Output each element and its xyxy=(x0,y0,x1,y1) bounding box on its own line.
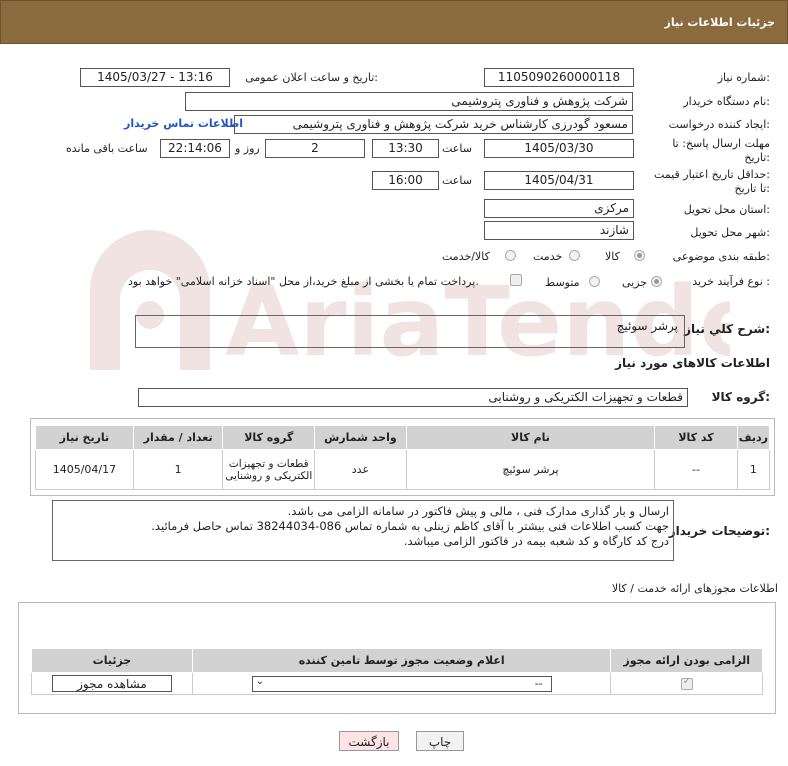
permits-section-title: اطلاعات مجوزهای ارائه خدمت / کالا xyxy=(611,582,778,595)
validity-time-label: ساعت xyxy=(442,174,472,187)
permit-required-checkbox[interactable]: ✓ xyxy=(680,675,693,690)
page-title: جزئیات اطلاعات نیاز xyxy=(664,16,776,29)
table-row[interactable]: 1 -- پرشر سوئیچ عدد قطعات و تجهیزات الکت… xyxy=(35,449,771,490)
validity-date-field[interactable]: 1405/04/31 xyxy=(484,171,634,190)
goods-table-panel: ردیف کد کالا نام کالا واحد شمارش گروه کا… xyxy=(30,418,775,496)
city-label: شهر محل تحویل: xyxy=(690,226,770,239)
buyer-org-field[interactable]: شرکت پژوهش و فناوری پتروشیمی xyxy=(185,92,633,111)
buyer-note-line: درج کد کارگاه و کد شعبه بیمه در فاکتور ا… xyxy=(403,534,669,548)
col-row-number: ردیف xyxy=(736,425,771,450)
goods-group-label: گروه کالا: xyxy=(711,390,770,404)
process-radio-medium[interactable] xyxy=(589,276,600,287)
cell-need-date: 1405/04/17 xyxy=(35,449,134,490)
col-unit: واحد شمارش xyxy=(314,425,407,450)
payment-checkbox[interactable] xyxy=(510,274,522,286)
cell-item-code: -- xyxy=(654,449,738,490)
process-option-medium: متوسط xyxy=(545,276,580,289)
province-field[interactable]: مرکزی xyxy=(484,199,634,218)
col-quantity: تعداد / مقدار xyxy=(132,425,224,450)
cell-permit-required: ✓ xyxy=(610,672,763,695)
city-field[interactable]: شازند xyxy=(484,221,634,240)
process-label: نوع فرآیند خرید : xyxy=(692,275,770,288)
cell-group: قطعات و تجهیزات الکتریکی و روشنایی xyxy=(222,449,316,490)
col-permit-required: الزامی بودن ارائه مجوز xyxy=(610,648,763,673)
buyer-contact-link[interactable]: اطلاعات تماس خریدار xyxy=(124,117,243,130)
remaining-label: ساعت باقی مانده xyxy=(66,142,148,155)
col-need-date: تاریخ نیاز xyxy=(35,425,134,450)
cell-permit-status: ⌄ -- xyxy=(191,672,612,695)
buyer-notes-label: توضیحات خریدار: xyxy=(668,524,770,538)
permits-panel: الزامی بودن ارائه مجوز اعلام وضعیت مجوز … xyxy=(18,602,776,714)
cell-row-number: 1 xyxy=(736,449,771,490)
permits-table-header: الزامی بودن ارائه مجوز اعلام وضعیت مجوز … xyxy=(31,648,763,673)
province-label: استان محل تحویل: xyxy=(683,203,770,216)
requester-label: ایجاد کننده درخواست: xyxy=(668,118,770,131)
cell-item-name: پرشر سوئیچ xyxy=(405,449,656,490)
announce-date-field[interactable]: 1405/03/27 - 13:16 xyxy=(80,68,230,87)
table-row: ✓ ⌄ -- مشاهده مجوز xyxy=(31,672,763,695)
buyer-org-label: نام دستگاه خریدار: xyxy=(683,95,770,108)
deadline-label: مهلت ارسال پاسخ: تا xyxy=(672,137,770,150)
remaining-time-field[interactable]: 22:14:06 xyxy=(160,139,230,158)
buyer-notes-field[interactable]: ارسال و بار گذاری مدارک فنی ، مالی و پیش… xyxy=(52,500,674,561)
category-option-service: خدمت xyxy=(533,250,563,263)
description-field[interactable]: پرشر سوئیچ xyxy=(135,315,685,348)
deadline-time-field[interactable]: 13:30 xyxy=(372,139,439,158)
col-group: گروه کالا xyxy=(222,425,316,450)
category-option-goods: کالا xyxy=(605,250,620,263)
process-option-minor: جزیی xyxy=(622,276,648,289)
category-radio-service[interactable] xyxy=(569,250,580,261)
buyer-note-line: ارسال و بار گذاری مدارک فنی ، مالی و پیش… xyxy=(287,504,669,518)
cell-unit: عدد xyxy=(314,449,407,490)
col-item-code: کد کالا xyxy=(654,425,738,450)
page-header: جزئیات اطلاعات نیاز xyxy=(0,0,788,44)
goods-group-field[interactable]: قطعات و تجهیزات الکتریکی و روشنایی xyxy=(138,388,688,407)
permit-status-select[interactable]: ⌄ -- xyxy=(251,675,552,692)
chevron-down-icon: ⌄ xyxy=(255,675,265,687)
process-radio-minor[interactable] xyxy=(651,276,662,287)
permits-table: الزامی بودن ارائه مجوز اعلام وضعیت مجوز … xyxy=(31,648,763,695)
check-icon: ✓ xyxy=(682,675,692,687)
validity-time-field[interactable]: 16:00 xyxy=(372,171,439,190)
cell-quantity: 1 xyxy=(132,449,224,490)
goods-section-title: اطلاعات کالاهای مورد نیاز xyxy=(615,356,770,370)
col-permit-details: جزئیات xyxy=(31,648,193,673)
deadline-label-date: تاریخ: xyxy=(744,151,770,164)
deadline-date-field[interactable]: 1405/03/30 xyxy=(484,139,634,158)
need-number-label: شماره نیاز: xyxy=(717,71,770,84)
col-item-name: نام کالا xyxy=(405,425,656,450)
goods-table: ردیف کد کالا نام کالا واحد شمارش گروه کا… xyxy=(35,425,771,490)
remaining-days-field[interactable]: 2 xyxy=(265,139,365,158)
buyer-note-line: جهت کسب اطلاعات فنی بیشتر با آقای کاظم ز… xyxy=(151,519,669,533)
category-label: طبقه بندی موضوعی: xyxy=(672,250,770,263)
need-number-field[interactable]: 1105090260000118 xyxy=(484,68,634,87)
col-permit-status: اعلام وضعیت مجوز توسط تامین کننده xyxy=(191,648,612,673)
announce-date-label: تاریخ و ساعت اعلان عمومی: xyxy=(245,71,378,84)
goods-table-header: ردیف کد کالا نام کالا واحد شمارش گروه کا… xyxy=(35,425,771,450)
back-button[interactable]: بازگشت xyxy=(339,731,399,751)
deadline-time-label: ساعت xyxy=(442,142,472,155)
print-button[interactable]: چاپ xyxy=(416,731,464,751)
view-permit-button[interactable]: مشاهده مجوز xyxy=(51,675,172,692)
validity-label-date: تا تاریخ: xyxy=(734,182,770,195)
category-radio-both[interactable] xyxy=(505,250,516,261)
cell-permit-details: مشاهده مجوز xyxy=(31,672,193,695)
category-option-both: کالا/خدمت xyxy=(442,250,490,263)
permit-status-value: -- xyxy=(534,676,543,690)
category-radio-goods[interactable] xyxy=(634,250,645,261)
payment-note: پرداخت تمام یا بخشی از مبلغ خرید،از محل … xyxy=(128,275,479,288)
days-label: روز و xyxy=(235,142,260,155)
description-label: شرح کلي نياز: xyxy=(684,322,770,336)
validity-label: حداقل تاریخ اعتبار قیمت: xyxy=(654,168,770,181)
requester-field[interactable]: مسعود گودرزی کارشناس خرید شرکت پژوهش و ف… xyxy=(234,115,633,134)
